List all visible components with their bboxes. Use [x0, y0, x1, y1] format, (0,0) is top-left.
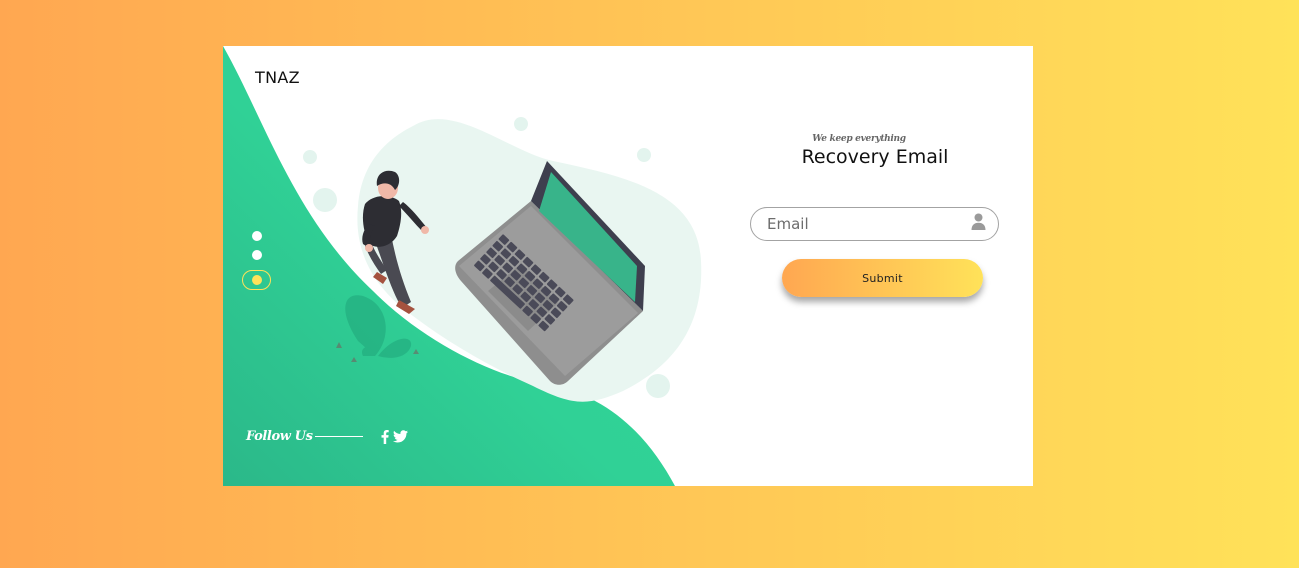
- follow-us-divider: [314, 436, 363, 437]
- page-title: Recovery Email: [801, 146, 949, 168]
- submit-button[interactable]: Submit: [782, 259, 983, 297]
- active-dot-indicator: [252, 275, 262, 285]
- recovery-card: TNAZ Follow Us We keep everything Recove…: [223, 46, 1033, 486]
- slider-dot-2[interactable]: [252, 250, 262, 260]
- user-icon: [971, 213, 986, 235]
- slider-dots: [242, 230, 272, 300]
- facebook-icon[interactable]: [381, 429, 389, 444]
- follow-us: Follow Us: [246, 429, 408, 444]
- email-field[interactable]: [750, 207, 999, 241]
- brand-logo[interactable]: TNAZ: [255, 68, 300, 87]
- tagline: We keep everything: [812, 134, 906, 144]
- social-links: [381, 429, 408, 444]
- recovery-form: We keep everything Recovery Email Submit: [748, 134, 1002, 297]
- twitter-icon[interactable]: [392, 430, 408, 443]
- follow-us-label: Follow Us: [246, 429, 313, 444]
- person-laptop-illustration: [303, 117, 702, 402]
- slider-dot-1[interactable]: [252, 231, 262, 241]
- slider-dot-3-active[interactable]: [242, 270, 271, 290]
- email-input[interactable]: [767, 215, 971, 233]
